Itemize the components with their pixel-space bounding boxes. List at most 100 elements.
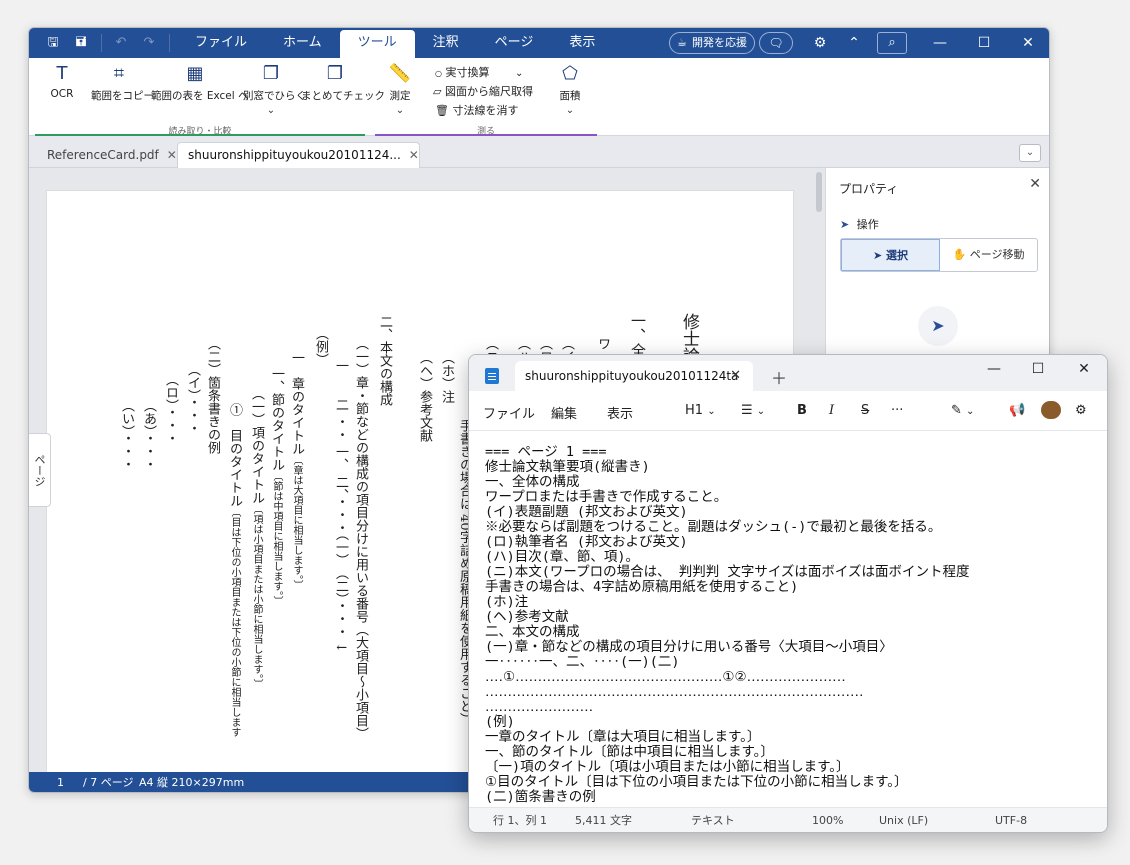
toolbar-divider xyxy=(169,34,170,52)
close-button[interactable]: ✕ xyxy=(1069,361,1099,377)
search-button[interactable]: ⌕ xyxy=(877,32,907,54)
doc-tab-label: ReferenceCard.pdf xyxy=(47,148,159,162)
megaphone-icon[interactable]: 📢 xyxy=(1009,403,1025,418)
menu-view[interactable]: 表示 xyxy=(607,403,633,422)
page-move-button[interactable]: ✋ ページ移動 xyxy=(940,239,1037,271)
save-icon[interactable]: 🖫 xyxy=(45,35,61,51)
page-text: （ロ）・・・ xyxy=(163,373,178,445)
notepad-tab[interactable]: shuuronshippituyoukou20101124ta ✕ xyxy=(515,361,753,391)
tab-list-dropdown[interactable]: ⌄ xyxy=(1019,144,1041,162)
doc-tab-shuuron[interactable]: shuuronshippituyoukou20101124... ✕ xyxy=(177,142,420,168)
undo-icon[interactable]: ↶ xyxy=(113,35,129,51)
ribbon: T OCR ⌗ 範囲をコピー ▦ 範囲の表を Excel へ ❐ 別窓でひらく … xyxy=(29,58,1049,137)
ocr-button[interactable]: T OCR xyxy=(47,63,77,101)
list-icon: ☰ xyxy=(741,403,753,418)
collapse-ribbon-icon[interactable]: ⌃ xyxy=(843,28,865,58)
actual-size-item[interactable]: ○ 実寸換算 ⌄ xyxy=(435,64,523,80)
table-to-excel-button[interactable]: ▦ 範囲の表を Excel へ xyxy=(151,63,249,103)
support-button[interactable]: ☕ 開発を応援 xyxy=(669,32,755,54)
notepad-text-area[interactable]: === ページ 1 === 修士論文執筆要項(縦書き) 一、全体の構成 ワープロ… xyxy=(485,445,1097,803)
encoding[interactable]: UTF-8 xyxy=(995,808,1027,832)
trash-icon: 🗑 xyxy=(435,104,449,117)
line-ending[interactable]: Unix (LF) xyxy=(879,808,928,832)
batch-check-button[interactable]: ❐ まとめてチェック xyxy=(301,64,385,103)
close-tab-icon[interactable]: ✕ xyxy=(730,361,741,391)
settings-icon[interactable]: ⚙ xyxy=(809,28,831,58)
close-panel-icon[interactable]: ✕ xyxy=(1029,176,1041,192)
minimize-button[interactable]: — xyxy=(925,28,955,58)
page-text: 〔目は下位の小項目または下位の小節に相当します xyxy=(229,507,240,737)
copy-range-button[interactable]: ⌗ 範囲をコピー xyxy=(91,63,154,103)
cursor-icon: ➤ xyxy=(872,249,883,262)
copilot-dropdown[interactable]: ✎ ⌄ xyxy=(951,403,974,418)
save-as-icon[interactable]: 🖬 xyxy=(73,35,89,51)
italic-icon[interactable]: I xyxy=(829,403,834,418)
page-size: A4 縦 210×297mm xyxy=(139,776,245,789)
doc-tab-label: shuuronshippituyoukou20101124... xyxy=(188,148,401,162)
notepad-tab-title: shuuronshippituyoukou20101124ta xyxy=(525,369,739,383)
copy-range-label: 範囲をコピー xyxy=(91,90,154,102)
title-bar: 🖫 🖬 ↶ ↷ ファイル ホーム ツール 注釈 ページ 表示 ☕ 開発を応援 🗨… xyxy=(29,28,1049,58)
page-panel-tab[interactable]: ページ xyxy=(29,433,51,507)
chevron-down-icon: ⌄ xyxy=(707,406,716,417)
ocr-text-icon: T xyxy=(56,63,68,84)
tab-page[interactable]: ページ xyxy=(477,28,552,58)
actual-size-label: 実寸換算 xyxy=(445,66,490,79)
chevron-down-icon: ⌄ xyxy=(266,105,276,116)
measure-button[interactable]: 📏 測定 ⌄ xyxy=(385,64,415,117)
menu-file[interactable]: ファイル xyxy=(483,403,535,422)
minimize-button[interactable]: — xyxy=(979,361,1009,377)
area-button[interactable]: ⬠ 面積 ⌄ xyxy=(553,64,587,117)
tab-tools[interactable]: ツール xyxy=(339,30,415,58)
doc-tab-reference[interactable]: ReferenceCard.pdf ✕ xyxy=(29,144,177,168)
heading-dropdown[interactable]: H1 ⌄ xyxy=(685,403,716,418)
cursor-position: 行 1、列 1 xyxy=(493,814,547,827)
scale-ruler-icon: ⏥ xyxy=(433,85,442,98)
close-tab-icon[interactable]: ✕ xyxy=(409,148,419,162)
new-tab-icon[interactable]: ＋ xyxy=(771,365,787,389)
support-label: 開発を応援 xyxy=(692,36,747,49)
tab-home[interactable]: ホーム xyxy=(265,28,340,58)
pen-sparkle-icon: ✎ xyxy=(951,403,962,418)
close-button[interactable]: ✕ xyxy=(1013,28,1043,58)
operation-header: ➤ 操作 xyxy=(840,216,879,232)
operation-label: 操作 xyxy=(856,218,879,231)
vertical-scrollbar[interactable] xyxy=(816,172,822,212)
select-mode-button[interactable]: ➤ 選択 xyxy=(841,239,940,271)
notepad-titlebar: shuuronshippituyoukou20101124ta ✕ ＋ — ☐ … xyxy=(469,355,1107,391)
maximize-button[interactable]: ☐ xyxy=(1023,361,1053,377)
select-tool-fab[interactable]: ➤ xyxy=(918,306,958,346)
measure-label: 測定 xyxy=(389,90,411,102)
clear-dimensions-item[interactable]: 🗑 寸法線を消す xyxy=(435,102,518,118)
page-text: 一、全 xyxy=(629,313,647,358)
close-tab-icon[interactable]: ✕ xyxy=(167,148,177,162)
table-icon: ▦ xyxy=(186,63,204,84)
tab-file[interactable]: ファイル xyxy=(177,28,265,58)
heading-label: H1 xyxy=(685,403,704,418)
settings-icon[interactable]: ⚙ xyxy=(1075,403,1087,418)
tab-view[interactable]: 表示 xyxy=(551,28,613,58)
batch-check-label: まとめてチェック xyxy=(301,90,385,102)
bold-icon[interactable]: B xyxy=(797,403,807,418)
table-excel-label: 範囲の表を Excel へ xyxy=(151,90,249,102)
open-separate-window-button[interactable]: ❐ 別窓でひらく ⌄ xyxy=(243,64,306,117)
mode-toggle: ➤ 選択 ✋ ページ移動 xyxy=(840,238,1038,272)
more-icon[interactable]: ··· xyxy=(891,403,903,418)
open-separate-label: 別窓でひらく xyxy=(243,90,306,102)
page-text: （例） xyxy=(313,327,328,366)
maximize-button[interactable]: ☐ xyxy=(969,28,999,58)
page-text: （一）項のタイトル〔項は小項目または小節に相当します。〕 xyxy=(249,387,264,689)
strikethrough-icon[interactable]: S xyxy=(861,403,869,418)
page-text: 一 二 ・・ 一、 二、・・・（一） （二）・・・ ↓ xyxy=(333,359,348,653)
redo-icon[interactable]: ↷ xyxy=(141,35,157,51)
menu-edit[interactable]: 編集 xyxy=(551,403,577,422)
tab-annotation[interactable]: 注釈 xyxy=(415,28,477,58)
scale-from-drawing-item[interactable]: ⏥ 図面から縮尺取得 xyxy=(433,83,533,99)
crop-icon: ⌗ xyxy=(113,63,125,84)
scale-from-drawing-label: 図面から縮尺取得 xyxy=(444,85,533,98)
avatar[interactable] xyxy=(1041,401,1061,419)
zoom-level[interactable]: 100% xyxy=(812,808,843,832)
list-dropdown[interactable]: ☰ ⌄ xyxy=(741,403,765,418)
feedback-button[interactable]: 🗨 xyxy=(759,32,793,54)
current-page[interactable]: 1 xyxy=(57,772,64,792)
